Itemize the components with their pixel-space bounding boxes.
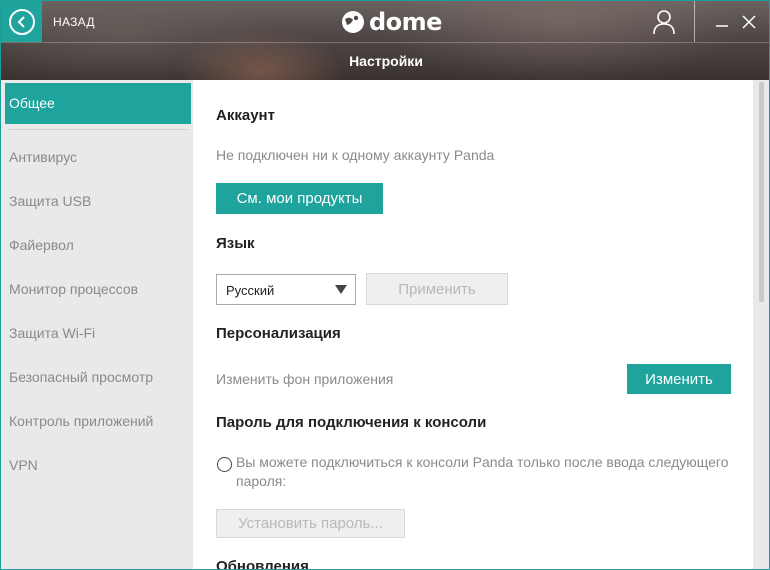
chevron-down-icon — [335, 285, 347, 294]
sidebar-item-app-control[interactable]: Контроль приложений — [9, 413, 153, 429]
sidebar-item-process-monitor[interactable]: Монитор процессов — [9, 281, 138, 297]
page-title: Настройки — [349, 53, 423, 69]
sidebar-item-usb-protection[interactable]: Защита USB — [9, 193, 91, 209]
sidebar-divider — [9, 129, 187, 130]
header-separator — [1, 42, 769, 43]
header-divider — [694, 1, 695, 42]
language-heading: Язык — [216, 235, 255, 252]
scrollbar-thumb[interactable] — [759, 82, 764, 302]
settings-content: Аккаунт Не подключен ни к одному аккаунт… — [193, 80, 753, 570]
view-products-button[interactable]: См. мои продукты — [216, 183, 383, 214]
logo-text: dome — [369, 8, 442, 36]
sidebar: Общее Антивирус Защита USB Файервол Мони… — [1, 80, 193, 569]
sidebar-item-general[interactable]: Общее — [5, 83, 191, 124]
sidebar-item-wifi-protection[interactable]: Защита Wi-Fi — [9, 325, 95, 341]
set-password-button[interactable]: Установить пароль... — [216, 509, 405, 538]
account-status: Не подключен ни к одному аккаунту Panda — [216, 147, 495, 163]
updates-heading: Обновления — [216, 558, 309, 570]
back-label[interactable]: НАЗАД — [53, 15, 95, 29]
sidebar-item-safe-browsing[interactable]: Безопасный просмотр — [9, 369, 153, 385]
chevron-left-icon — [8, 8, 35, 35]
header: НАЗАД dome Настройки — [1, 1, 769, 80]
app-window: НАЗАД dome Настройки Общее Антивирус Защ… — [0, 0, 770, 570]
console-password-option-text: Вы можете подключиться к консоли Panda т… — [236, 454, 729, 489]
user-account-icon[interactable] — [651, 9, 677, 35]
change-background-button[interactable]: Изменить — [627, 364, 731, 394]
change-background-label: Изменить фон приложения — [216, 371, 394, 387]
sidebar-item-antivirus[interactable]: Антивирус — [9, 149, 77, 165]
sidebar-item-firewall[interactable]: Файервол — [9, 237, 74, 253]
minimize-icon[interactable] — [711, 11, 733, 33]
panda-logo-icon — [342, 11, 364, 33]
content-scrollbar[interactable] — [753, 80, 769, 569]
apply-language-button[interactable]: Применить — [366, 273, 508, 305]
account-heading: Аккаунт — [216, 107, 275, 124]
close-icon[interactable] — [739, 11, 759, 33]
language-select[interactable]: Русский — [216, 274, 356, 305]
console-password-heading: Пароль для подключения к консоли — [216, 414, 487, 431]
app-logo: dome — [341, 8, 442, 36]
console-password-radio[interactable] — [217, 457, 232, 472]
sidebar-item-vpn[interactable]: VPN — [9, 457, 38, 473]
language-select-value: Русский — [226, 283, 275, 298]
personalization-heading: Персонализация — [216, 325, 341, 342]
back-button[interactable] — [1, 1, 42, 42]
